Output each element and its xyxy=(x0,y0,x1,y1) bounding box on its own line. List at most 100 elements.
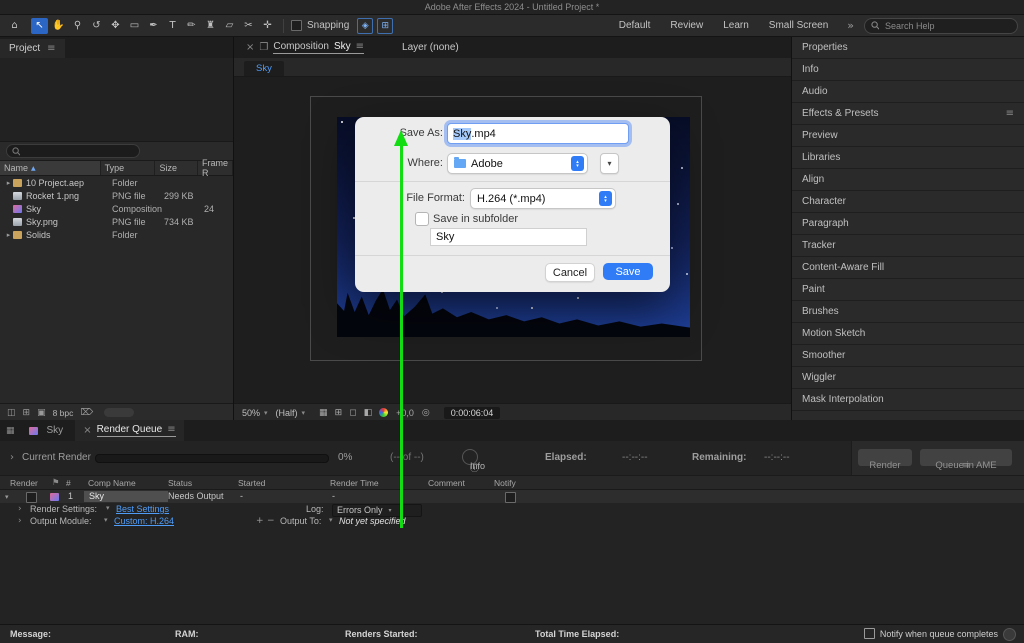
file-format-dropdown[interactable]: H.264 (*.mp4) ▴ ▾ xyxy=(470,188,616,209)
brush-tool-icon[interactable]: ✏ xyxy=(183,18,200,34)
render-button[interactable]: Render xyxy=(858,449,912,466)
add-output-module-icon[interactable]: + xyxy=(256,516,264,526)
type-tool-icon[interactable]: T xyxy=(164,18,181,34)
expand-dialog-button[interactable]: ▾ xyxy=(600,153,619,174)
panel-tab-mask-interpolation[interactable]: Mask Interpolation xyxy=(792,389,1024,411)
remove-output-module-icon[interactable]: − xyxy=(267,516,275,526)
search-help-input[interactable] xyxy=(883,20,1011,32)
orbit-tool-icon[interactable]: ↺ xyxy=(88,18,105,34)
hand-tool-icon[interactable]: ✋ xyxy=(50,18,67,34)
panel-tab-wiggler[interactable]: Wiggler xyxy=(792,367,1024,389)
clone-stamp-tool-icon[interactable]: ♜ xyxy=(202,18,219,34)
pixel-aspect-icon[interactable]: ▦ xyxy=(319,408,328,418)
resolution-dropdown[interactable]: (Half) ▾ xyxy=(276,408,306,418)
help-search-field[interactable] xyxy=(864,18,1018,34)
render-item-checkbox[interactable] xyxy=(26,492,37,503)
home-icon[interactable]: ⌂ xyxy=(6,18,23,34)
panel-tab-paragraph[interactable]: Paragraph xyxy=(792,213,1024,235)
snapshot-camera-icon[interactable]: ◎ xyxy=(422,408,430,418)
panel-list-icon[interactable]: ▦ xyxy=(6,426,15,436)
pan-behind-tool-icon[interactable]: ✥ xyxy=(107,18,124,34)
tab-render-queue[interactable]: × Render Queue ≡ xyxy=(75,420,183,441)
workspace-tab-review[interactable]: Review xyxy=(661,18,712,33)
project-item[interactable]: Sky.png PNG file 734 KB xyxy=(0,215,233,228)
project-item[interactable]: ▸ 10 Project.aep Folder xyxy=(0,176,233,189)
tab-timeline-sky[interactable]: Sky xyxy=(21,420,72,441)
grid-guides-icon[interactable]: ⊞ xyxy=(335,408,343,418)
panel-tab-smoother[interactable]: Smoother xyxy=(792,345,1024,367)
selection-tool-icon[interactable]: ↖ xyxy=(31,18,48,34)
chevron-down-icon[interactable]: ▾ xyxy=(104,516,108,524)
panel-menu-icon[interactable]: ≡ xyxy=(356,41,364,52)
panel-tab-content-aware-fill[interactable]: Content-Aware Fill xyxy=(792,257,1024,279)
close-icon[interactable]: × xyxy=(246,42,254,53)
panel-tab-brushes[interactable]: Brushes xyxy=(792,301,1024,323)
item-notify-checkbox[interactable] xyxy=(505,492,516,503)
panel-tab-audio[interactable]: Audio xyxy=(792,81,1024,103)
render-queue-item-row[interactable]: ▾ 1 Sky Needs Output - - xyxy=(0,490,1024,504)
tab-layer-none[interactable]: Layer (none) xyxy=(396,37,465,58)
panel-tab-preview[interactable]: Preview xyxy=(792,125,1024,147)
save-button[interactable]: Save xyxy=(603,263,653,280)
project-item[interactable]: Sky Composition 24 xyxy=(0,202,233,215)
panel-lock-icon[interactable]: ❐ xyxy=(259,42,268,53)
output-module-value[interactable]: Custom: H.264 xyxy=(114,516,174,526)
panel-tab-motion-sketch[interactable]: Motion Sketch xyxy=(792,323,1024,345)
pen-tool-icon[interactable]: ✒ xyxy=(145,18,162,34)
zoom-tool-icon[interactable]: ⚲ xyxy=(69,18,86,34)
panel-menu-icon[interactable]: ≡ xyxy=(1006,108,1014,119)
snap-to-features-icon[interactable]: ⊞ xyxy=(377,18,393,34)
save-in-subfolder-checkbox[interactable] xyxy=(415,212,429,226)
workspace-tab-default[interactable]: Default xyxy=(610,18,660,33)
where-dropdown[interactable]: Adobe ▴ ▾ xyxy=(447,153,588,174)
twirl-icon[interactable]: › xyxy=(18,504,22,514)
trash-icon[interactable]: ⌦ xyxy=(80,408,93,418)
panel-tab-libraries[interactable]: Libraries xyxy=(792,147,1024,169)
project-footer-slider[interactable] xyxy=(104,408,134,417)
puppet-pin-tool-icon[interactable]: ✛ xyxy=(259,18,276,34)
twirl-open-icon[interactable]: ▾ xyxy=(5,493,9,501)
color-depth-button[interactable]: 8 bpc xyxy=(53,408,74,418)
snapping-checkbox[interactable] xyxy=(291,20,302,31)
notify-checkbox[interactable] xyxy=(864,628,875,639)
workspace-tab-small-screen[interactable]: Small Screen xyxy=(760,18,837,33)
panel-menu-icon[interactable]: ≡ xyxy=(167,424,175,435)
workspace-overflow-icon[interactable]: » xyxy=(847,19,854,32)
panel-menu-icon[interactable]: ≡ xyxy=(47,43,55,54)
roto-brush-tool-icon[interactable]: ✂ xyxy=(240,18,257,34)
item-comp-name[interactable]: Sky xyxy=(84,491,168,502)
panel-tab-align[interactable]: Align xyxy=(792,169,1024,191)
twirl-icon[interactable]: › xyxy=(10,452,14,463)
project-item[interactable]: Rocket 1.png PNG file 299 KB xyxy=(0,189,233,202)
chevron-down-icon[interactable]: ▾ xyxy=(106,504,110,512)
workspace-tab-learn[interactable]: Learn xyxy=(714,18,758,33)
close-icon[interactable]: × xyxy=(83,425,91,436)
exposure-offset-value[interactable]: +0,0 xyxy=(396,408,414,418)
notify-when-queue-completes[interactable]: Notify when queue completes xyxy=(864,628,998,639)
new-composition-icon[interactable]: ▣ xyxy=(37,408,46,418)
cancel-button[interactable]: Cancel xyxy=(545,263,595,282)
snap-to-edges-icon[interactable]: ◈ xyxy=(357,18,373,34)
viewer-tab-sky[interactable]: Sky xyxy=(244,61,284,76)
column-name[interactable]: Name ▲ xyxy=(0,161,101,175)
subfolder-name-field[interactable]: Sky xyxy=(430,228,587,246)
project-search-input[interactable] xyxy=(24,143,134,160)
queue-in-ame-button[interactable]: ≡ Queue in AME xyxy=(920,449,1012,466)
panel-tab-tracker[interactable]: Tracker xyxy=(792,235,1024,257)
new-folder-icon[interactable]: ⊞ xyxy=(23,408,31,418)
project-search-field[interactable] xyxy=(6,144,140,158)
tab-composition-sky[interactable]: × ❐ Composition Sky ≡ xyxy=(240,37,370,58)
region-of-interest-icon[interactable]: ◧ xyxy=(364,408,373,418)
panel-tab-character[interactable]: Character xyxy=(792,191,1024,213)
panel-tab-properties[interactable]: Properties xyxy=(792,37,1024,59)
mask-visibility-icon[interactable]: ◻ xyxy=(349,408,356,418)
panel-tab-paint[interactable]: Paint xyxy=(792,279,1024,301)
project-item[interactable]: ▸ Solids Folder xyxy=(0,228,233,241)
column-type[interactable]: Type xyxy=(101,161,156,175)
status-bar-icon[interactable] xyxy=(1003,628,1016,641)
rectangle-tool-icon[interactable]: ▭ xyxy=(126,18,143,34)
channel-icon[interactable] xyxy=(379,408,388,417)
tab-project[interactable]: Project ≡ xyxy=(0,39,65,58)
twirl-icon[interactable]: ▸ xyxy=(4,179,13,187)
panel-tab-effects-presets[interactable]: Effects & Presets ≡ xyxy=(792,103,1024,125)
